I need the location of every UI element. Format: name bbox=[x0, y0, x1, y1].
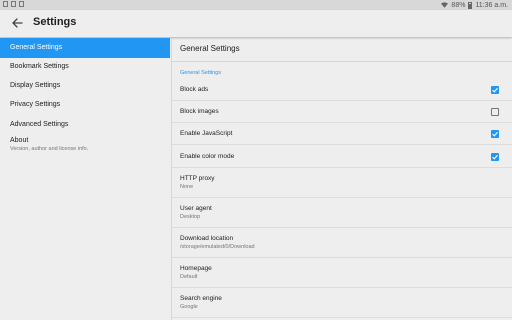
pref-summary: Default bbox=[180, 274, 198, 280]
pref-enable-javascript[interactable]: Enable JavaScript bbox=[172, 123, 512, 145]
row-divider bbox=[172, 317, 512, 318]
pref-download-location[interactable]: Download location /storage/emulated/0/Do… bbox=[172, 228, 512, 258]
pref-title: Download location bbox=[180, 235, 234, 242]
settings-content: General Settings General Settings Block … bbox=[172, 38, 512, 320]
status-bar: 88% 11:36 a.m. bbox=[0, 0, 512, 10]
pref-title: HTTP proxy bbox=[180, 175, 215, 182]
settings-sidebar: General Settings Bookmark Settings Displ… bbox=[0, 38, 170, 320]
sidebar-item-advanced-settings[interactable]: Advanced Settings bbox=[0, 115, 170, 135]
header-divider bbox=[172, 61, 512, 62]
content-header: General Settings bbox=[180, 44, 240, 53]
page-title: Settings bbox=[33, 16, 77, 28]
sidebar-item-general-settings[interactable]: General Settings bbox=[0, 38, 170, 58]
checkmark-icon bbox=[492, 131, 498, 137]
pref-http-proxy[interactable]: HTTP proxy None bbox=[172, 168, 512, 198]
checkmark-icon bbox=[492, 87, 498, 93]
image-icon bbox=[3, 1, 8, 7]
enable-color-mode-checkbox[interactable] bbox=[491, 153, 499, 161]
checkmark-icon bbox=[492, 154, 498, 160]
status-left-icons bbox=[3, 1, 24, 7]
sidebar-item-bookmark-settings[interactable]: Bookmark Settings bbox=[0, 57, 170, 77]
pref-block-ads[interactable]: Block ads bbox=[172, 79, 512, 101]
pref-label: Enable JavaScript bbox=[180, 130, 233, 137]
pref-block-images[interactable]: Block images bbox=[172, 101, 512, 123]
back-arrow-icon[interactable] bbox=[11, 17, 23, 29]
enable-javascript-checkbox[interactable] bbox=[491, 130, 499, 138]
about-subtitle: Version, author and license info. bbox=[10, 146, 89, 152]
about-title: About bbox=[10, 137, 29, 144]
battery-percent: 88% bbox=[451, 1, 466, 9]
pref-label: Block images bbox=[180, 108, 219, 115]
pref-summary: /storage/emulated/0/Download bbox=[180, 244, 255, 250]
pref-summary: Google bbox=[180, 304, 198, 310]
pref-summary: Desktop bbox=[180, 214, 201, 220]
block-ads-checkbox[interactable] bbox=[491, 86, 499, 94]
pref-label: Enable color mode bbox=[180, 153, 235, 160]
download-icon bbox=[11, 1, 16, 7]
pref-title: Search engine bbox=[180, 295, 222, 302]
wifi-icon bbox=[441, 2, 449, 8]
pref-label: Block ads bbox=[180, 86, 209, 93]
sidebar-item-display-settings[interactable]: Display Settings bbox=[0, 76, 170, 96]
category-title: General Settings bbox=[180, 70, 221, 76]
pref-user-agent[interactable]: User agent Desktop bbox=[172, 198, 512, 228]
pref-title: User agent bbox=[180, 205, 212, 212]
sidebar-item-privacy-settings[interactable]: Privacy Settings bbox=[0, 95, 170, 115]
pref-homepage[interactable]: Homepage Default bbox=[172, 258, 512, 288]
pref-enable-color-mode[interactable]: Enable color mode bbox=[172, 145, 512, 168]
sidebar-item-about[interactable]: About Version, author and license info. bbox=[10, 137, 88, 152]
pref-title: Homepage bbox=[180, 265, 212, 272]
pref-search-engine[interactable]: Search engine Google bbox=[172, 288, 512, 318]
status-right: 88% 11:36 a.m. bbox=[441, 0, 508, 10]
pref-summary: None bbox=[180, 184, 194, 190]
app-bar: Settings bbox=[0, 10, 512, 37]
status-time: 11:36 a.m. bbox=[475, 1, 508, 9]
block-images-checkbox[interactable] bbox=[491, 108, 499, 116]
notification-icon bbox=[19, 1, 24, 7]
battery-icon bbox=[468, 1, 473, 9]
